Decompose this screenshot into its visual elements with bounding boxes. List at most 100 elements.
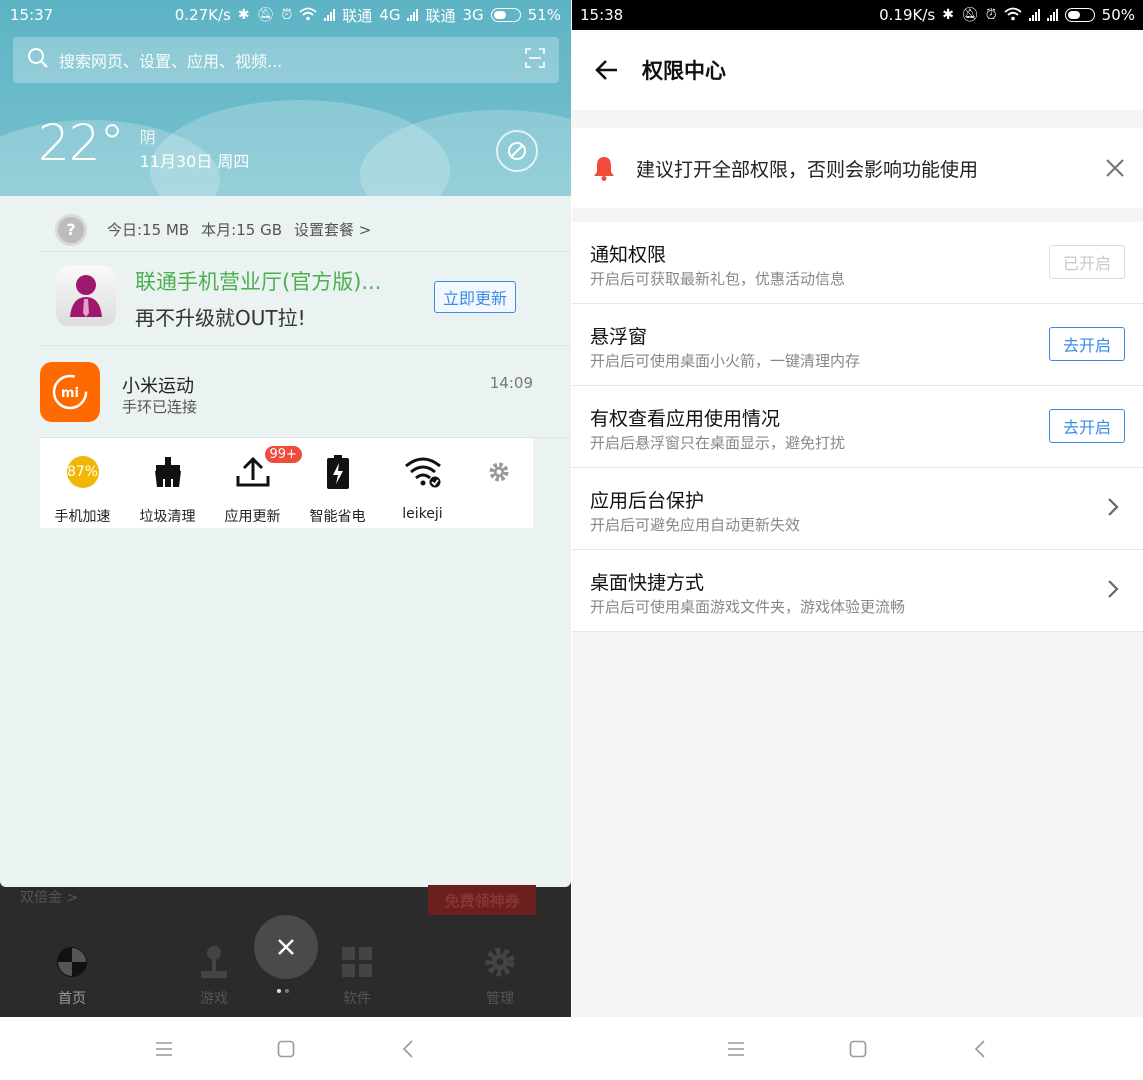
enabled-button[interactable]: 已开启 [1049,245,1125,279]
weather-widget[interactable]: 22° 阴 11月30日 周四 [38,118,249,174]
bluetooth-icon: ✱ [237,7,250,23]
enable-button[interactable]: 去开启 [1049,409,1125,443]
broom-icon [152,454,184,490]
permission-item-notification: 通知权限 开启后可获取最新礼包，优惠活动信息 已开启 [572,222,1143,304]
square-icon [277,1040,294,1057]
permission-warning-banner: 建议打开全部权限，否则会影响功能使用 [572,128,1143,208]
permission-item-background-protection[interactable]: 应用后台保护 开启后可避免应用自动更新失效 [572,468,1143,550]
scan-icon[interactable] [525,48,545,72]
tab-manage: 管理 [460,942,540,1008]
toggle-label: 应用更新 [224,509,281,525]
permission-list: 通知权限 开启后可获取最新礼包，优惠活动信息 已开启 悬浮窗 开启后可使用桌面小… [572,222,1143,632]
permission-title: 悬浮窗 [590,326,648,348]
alarm-icon: ⏰︎ [281,7,293,23]
tab-games: 游戏 [174,942,254,1008]
search-bar[interactable]: 搜索网页、设置、应用、视频... [13,37,559,83]
back-key[interactable] [347,1039,469,1058]
notification-unicom[interactable]: 联通手机营业厅(官方版)... 再不升级就OUT拉! 立即更新 [40,254,571,346]
back-button[interactable] [572,59,642,81]
quick-toggles: 87% 手机加速 垃圾清理 99+ 应用更新 智能省电 leikeji [40,438,533,528]
permission-title: 有权查看应用使用情况 [590,408,781,430]
toggle-boost[interactable]: 87% 手机加速 [40,438,125,528]
network-speed: 0.27K/s [174,6,231,24]
search-placeholder: 搜索网页、设置、应用、视频... [59,52,283,71]
permission-title: 桌面快捷方式 [590,572,705,594]
carrier-2: 联通 [425,6,456,25]
permission-title: 应用后台保护 [590,490,705,512]
dismiss-warning-button[interactable] [1087,158,1143,178]
network-type-1: 4G [379,6,401,24]
carrier-1: 联通 [342,6,373,25]
weather-condition: 阴 [139,128,156,147]
tab-label: 软件 [343,991,371,1007]
menu-key[interactable] [675,1041,797,1057]
boost-icon: 87% [66,456,99,488]
wifi-icon [299,7,317,24]
gear-icon [488,454,510,490]
system-nav-bar [572,1017,1143,1080]
battery-percent: 50% [1101,6,1135,24]
permission-item-desktop-shortcut[interactable]: 桌面快捷方式 开启后可使用桌面游戏文件夹，游戏体验更流畅 [572,550,1143,632]
wifi-icon [1004,7,1022,24]
toggle-app-update[interactable]: 99+ 应用更新 [210,438,302,528]
gear-icon [460,942,540,982]
top-app-bar: 权限中心 [572,30,1143,110]
notification-subtitle: 手环已连接 [122,398,198,416]
signal-icon [324,9,336,21]
permission-title: 通知权限 [590,244,667,266]
toggle-power-save[interactable]: 智能省电 [295,438,380,528]
clear-notifications-icon[interactable] [496,130,538,172]
toggle-label: 手机加速 [54,509,111,525]
signal-icon [1028,9,1040,21]
page-indicator [277,989,289,993]
wifi-icon [404,454,442,490]
permission-desc: 开启后可使用桌面小火箭，一键清理内存 [590,352,861,370]
toggle-label: 垃圾清理 [139,509,196,525]
notification-subtitle: 再不升级就OUT拉! [135,306,306,330]
tab-label: 管理 [486,991,514,1007]
chevron-right-icon [1107,579,1119,603]
battery-percent: 51% [527,6,561,24]
tab-home: 首页 [32,942,112,1008]
background-link: 双倍金 > [20,890,79,906]
mi-fit-app-icon: mi [40,362,100,422]
set-plan-link[interactable]: 设置套餐 > [294,219,371,240]
background-banner: 免费领神券 [428,885,536,915]
status-bar: 15:37 0.27K/s ✱ 🔕︎ ⏰︎ 联通 4G 联通 3G 51% [0,0,571,30]
status-time: 15:38 [580,6,624,24]
grid-icon [317,942,397,982]
help-icon: ? [55,213,87,246]
close-shade-button[interactable] [254,915,318,979]
enable-button[interactable]: 去开启 [1049,327,1125,361]
close-icon [278,939,294,955]
toggle-label: leikeji [402,506,443,522]
permission-desc: 开启后可使用桌面游戏文件夹，游戏体验更流畅 [590,598,906,616]
battery-icon [490,8,521,22]
home-key[interactable] [797,1040,919,1058]
page-title: 权限中心 [642,59,726,83]
back-key[interactable] [919,1039,1041,1058]
warning-text: 建议打开全部权限，否则会影响功能使用 [636,158,979,181]
notification-mi-fit[interactable]: mi 小米运动 手环已连接 14:09 [40,346,571,438]
toggle-wifi[interactable]: leikeji [380,438,465,528]
system-nav-bar [0,1017,571,1080]
battery-icon [1064,8,1095,22]
toggle-label: 智能省电 [309,509,366,525]
back-chevron-icon [402,1039,413,1058]
home-key[interactable] [225,1040,347,1058]
data-usage-row[interactable]: ? 今日:15 MB 本月:15 GB 设置套餐 > [40,208,571,252]
battery-saver-icon [326,454,350,490]
notification-shade: ? 今日:15 MB 本月:15 GB 设置套餐 > 联通手机营业厅(官方版).… [0,196,571,887]
left-screen: 15:37 0.27K/s ✱ 🔕︎ ⏰︎ 联通 4G 联通 3G 51% 搜索… [0,0,571,1080]
settings-toggle[interactable] [465,438,533,528]
update-now-button[interactable]: 立即更新 [434,281,516,313]
status-time: 15:37 [10,6,54,24]
permission-desc: 开启后可获取最新礼包，优惠活动信息 [590,270,846,288]
joystick-icon [174,942,254,982]
menu-key[interactable] [103,1041,225,1057]
toggle-clean[interactable]: 垃圾清理 [125,438,210,528]
notification-time: 14:09 [489,374,533,392]
square-icon [849,1040,866,1057]
network-type-2: 3G [462,6,484,24]
notification-title: 联通手机营业厅(官方版)... [135,270,382,294]
